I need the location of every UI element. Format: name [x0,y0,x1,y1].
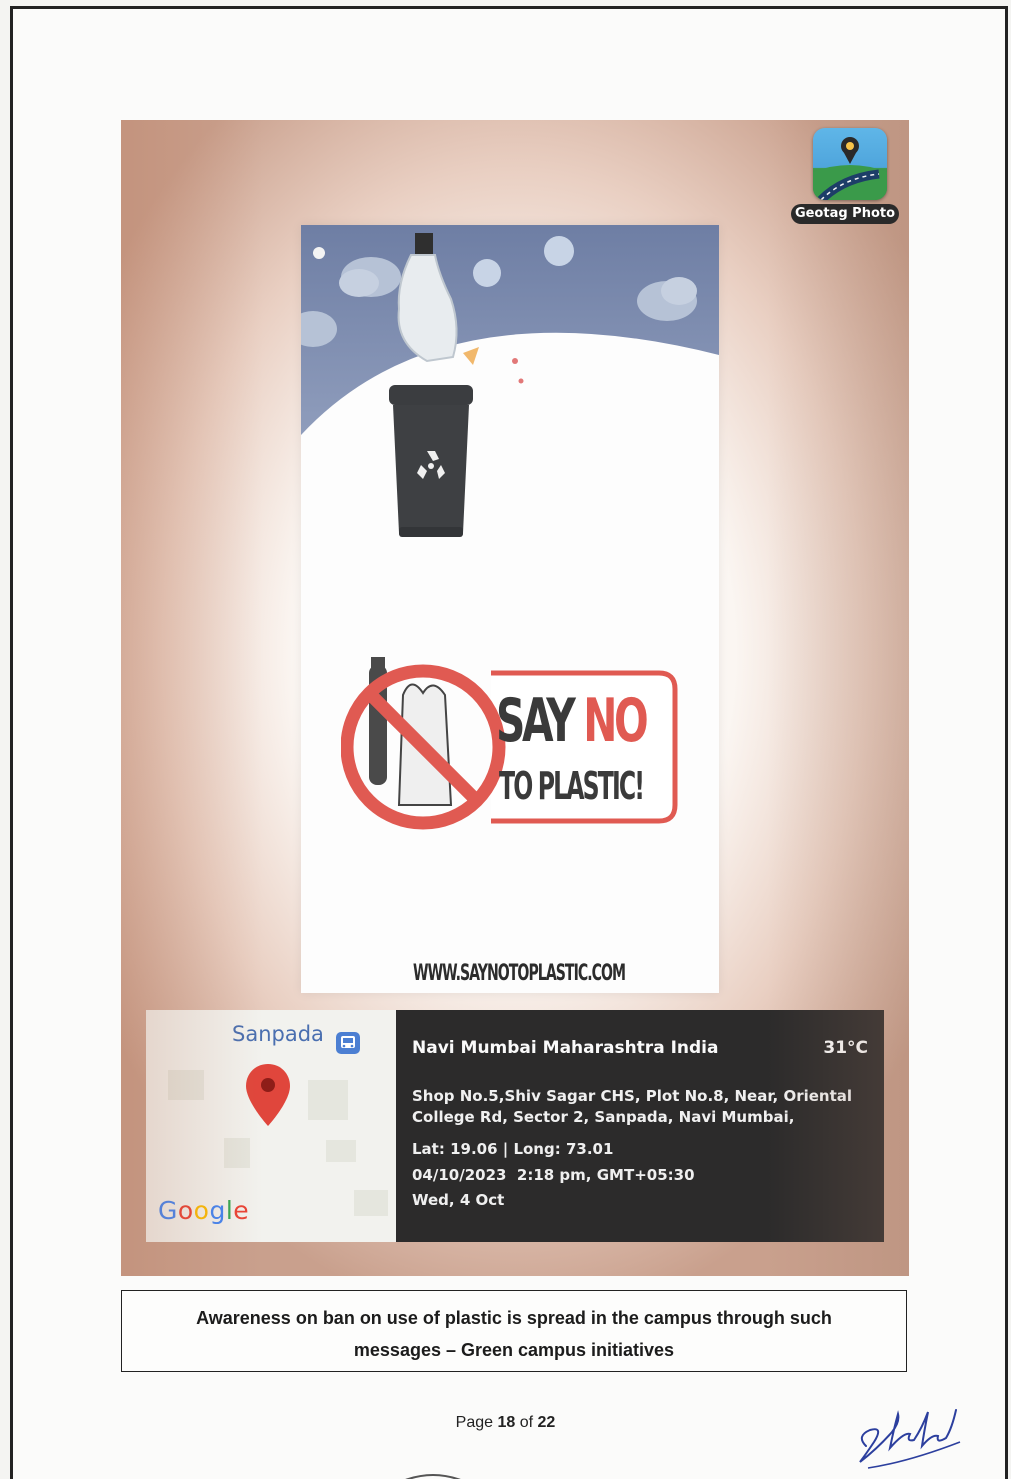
geotag-badge: Geotag Photo [791,128,899,230]
poster-headline-line2: TO PLASTIC! [499,764,645,808]
caption-line-2: messages – Green campus initiatives [353,1340,675,1360]
google-logo: Google [158,1196,249,1225]
page-separator: of [519,1414,534,1431]
recycle-bin-icon [389,385,473,537]
geotag-badge-label: Geotag Photo [791,204,899,224]
poster-headline-no: NO [583,686,648,756]
geotag-temperature: 31°C [823,1038,868,1058]
page-total: 22 [537,1414,556,1431]
geotag-location: Navi Mumbai Maharashtra India [412,1038,719,1058]
geotagged-photo: Geotag Photo SAY NO TO PLASTIC! WWW.SAYN… [121,120,909,1276]
geotag-day: Wed, 4 Oct [412,1191,505,1209]
photo-caption: Awareness on ban on use of plastic is sp… [121,1290,907,1372]
google-logo-letter-4: g [209,1196,226,1225]
poster-url: WWW.SAYNOTOPLASTIC.COM [413,961,626,986]
geotag-datetime: 04/10/2023 2:18 pm, GMT+05:30 [412,1166,695,1184]
poster-sky-illustration [301,225,719,505]
page-prefix: Page [455,1414,494,1431]
geotag-lat-long: Lat: 19.06 | Long: 73.01 [412,1140,614,1158]
poster-headline-say: SAY [496,686,576,756]
google-logo-letter-1: G [158,1196,178,1225]
caption-line-1: Awareness on ban on use of plastic is sp… [196,1308,832,1328]
geotag-address: Shop No.5,Shiv Sagar CHS, Plot No.8, Nea… [412,1087,853,1126]
geotag-app-icon [813,128,887,200]
google-logo-letter-6: e [233,1196,250,1225]
map-area-label: Sanpada [232,1022,324,1046]
stamp-edge [405,1474,461,1479]
page-current: 18 [497,1414,516,1431]
handwritten-signature [859,1409,961,1469]
google-logo-letter-3: o [193,1196,210,1225]
bus-stop-icon [336,1032,360,1054]
map-thumbnail: Sanpada Google [146,1010,396,1242]
map-pin-icon [246,1064,290,1126]
google-logo-letter-2: o [177,1196,194,1225]
geotag-info-panel: Navi Mumbai Maharashtra India 31°C Shop … [396,1010,884,1242]
poster-headline: SAY NO [496,691,649,751]
say-no-to-plastic-poster: SAY NO TO PLASTIC! WWW.SAYNOTOPLASTIC.CO… [301,225,719,993]
